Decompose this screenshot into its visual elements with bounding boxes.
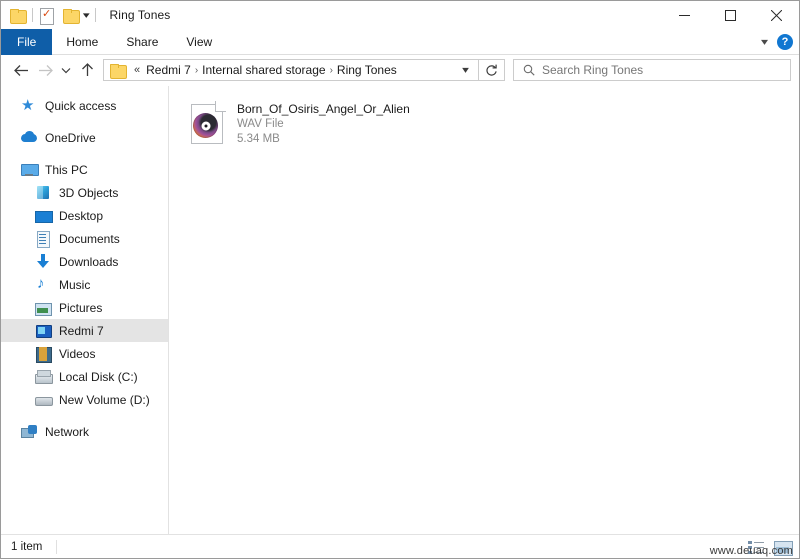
sidebar-item-label: OneDrive — [45, 130, 96, 145]
chevron-down-icon[interactable]: ▾ — [83, 10, 90, 20]
sidebar-item-desktop[interactable]: Desktop — [1, 204, 168, 227]
cube-icon — [35, 185, 51, 201]
toolbar-divider — [32, 8, 33, 22]
sidebar-item-documents[interactable]: Documents — [1, 227, 168, 250]
sidebar-item-label: Pictures — [59, 300, 103, 315]
sidebar-item-label: New Volume (D:) — [59, 392, 150, 407]
sidebar-item-label: This PC — [45, 162, 88, 177]
file-type: WAV File — [237, 118, 284, 130]
hard-disk-icon — [35, 392, 53, 408]
address-folder-icon — [110, 63, 127, 79]
item-count-label: 1 item — [11, 540, 43, 553]
breadcrumb-item-storage[interactable]: Internal shared storage — [199, 63, 328, 77]
properties-icon[interactable] — [39, 7, 54, 25]
desktop-icon — [35, 208, 53, 224]
audio-file-icon — [189, 100, 226, 146]
sidebar-item-label: Local Disk (C:) — [59, 369, 138, 384]
star-icon — [21, 96, 37, 114]
quick-access-toolbar: ▾ — [1, 7, 102, 25]
page-fold-shape — [215, 100, 226, 112]
folder-icon[interactable] — [10, 8, 27, 24]
refresh-button[interactable] — [479, 59, 505, 81]
new-folder-icon[interactable] — [63, 8, 80, 24]
sidebar-item-label: Redmi 7 — [59, 323, 104, 338]
address-bar-row: « Redmi 7 › Internal shared storage › Ri… — [1, 55, 799, 85]
address-bar[interactable]: « Redmi 7 › Internal shared storage › Ri… — [103, 59, 479, 81]
status-divider — [56, 539, 58, 554]
ribbon-right-controls: ▾ ? — [761, 29, 793, 55]
forward-arrow-icon[interactable] — [33, 58, 57, 82]
sidebar-item-label: Downloads — [59, 254, 119, 269]
sidebar-item-label: Documents — [59, 231, 120, 246]
ribbon-tab-bar: File Home Share View ▾ ? — [1, 29, 799, 55]
network-icon — [21, 424, 37, 440]
phone-icon — [35, 323, 52, 339]
tab-share[interactable]: Share — [112, 29, 172, 55]
search-box[interactable]: Search Ring Tones — [513, 59, 791, 81]
vinyl-disc-shape — [193, 113, 218, 138]
address-dropdown-chevron-down-icon[interactable]: ▾ — [454, 65, 477, 76]
chevron-down-icon[interactable]: ▾ — [761, 37, 768, 48]
document-icon — [35, 230, 51, 248]
sidebar-item-label: Music — [59, 277, 91, 292]
breadcrumb-item-device[interactable]: Redmi 7 — [143, 63, 194, 77]
file-explorer-window: ▾ Ring Tones File Home Share View ▾ ? — [0, 0, 800, 559]
cloud-icon — [21, 130, 37, 146]
monitor-icon — [21, 162, 39, 178]
help-icon[interactable]: ? — [777, 34, 793, 50]
file-size: 5.34 MB — [237, 133, 280, 145]
title-bar: ▾ Ring Tones — [1, 1, 799, 29]
up-arrow-icon[interactable] — [75, 58, 99, 82]
breadcrumb: « Redmi 7 › Internal shared storage › Ri… — [130, 63, 457, 77]
picture-icon — [35, 300, 52, 316]
file-name: Born_Of_Osiris_Angel_Or_Alien — [237, 102, 410, 116]
window-title: Ring Tones — [109, 8, 171, 22]
tab-file[interactable]: File — [1, 29, 53, 55]
sidebar-item-3d-objects[interactable]: 3D Objects — [1, 181, 168, 204]
recent-locations-chevron-down-icon[interactable] — [57, 58, 75, 82]
sidebar-item-label: Network — [45, 424, 90, 439]
sidebar-item-redmi-7[interactable]: Redmi 7 — [1, 319, 168, 342]
sidebar-item-label: 3D Objects — [59, 185, 119, 200]
watermark: www.deuaq.com — [709, 545, 793, 557]
tab-home[interactable]: Home — [52, 29, 112, 55]
sidebar-item-music[interactable]: Music — [1, 273, 168, 296]
download-arrow-icon — [35, 253, 51, 270]
minimize-button[interactable] — [661, 1, 707, 29]
back-arrow-icon[interactable] — [9, 58, 33, 82]
toolbar-divider-2 — [94, 8, 96, 22]
tab-view[interactable]: View — [172, 29, 226, 55]
maximize-button[interactable] — [707, 1, 753, 29]
file-list-pane[interactable]: Born_Of_Osiris_Angel_Or_Alien WAV File 5… — [169, 86, 799, 534]
sidebar-item-downloads[interactable]: Downloads — [1, 250, 168, 273]
sidebar-item-label: Videos — [59, 346, 96, 361]
navigation-pane: Quick access OneDrive This PC 3D Objects… — [1, 86, 169, 534]
video-icon — [35, 346, 52, 363]
window-controls — [661, 1, 799, 29]
music-note-icon — [35, 275, 51, 293]
sidebar-item-local-disk-c[interactable]: Local Disk (C:) — [1, 365, 168, 388]
sidebar-item-label: Desktop — [59, 208, 104, 223]
sidebar-item-pictures[interactable]: Pictures — [1, 296, 168, 319]
explorer-body: Quick access OneDrive This PC 3D Objects… — [1, 85, 799, 534]
status-bar: 1 item www.deuaq.com — [1, 534, 799, 558]
breadcrumb-overflow-icon[interactable]: « — [130, 64, 143, 76]
sidebar-item-onedrive[interactable]: OneDrive — [1, 126, 168, 149]
breadcrumb-item-folder[interactable]: Ring Tones — [334, 63, 400, 77]
close-button[interactable] — [753, 1, 799, 29]
file-metadata: Born_Of_Osiris_Angel_Or_Alien WAV File 5… — [237, 102, 410, 147]
sidebar-item-quick-access[interactable]: Quick access — [1, 94, 168, 117]
search-icon — [523, 64, 535, 76]
sidebar-item-label: Quick access — [45, 98, 117, 113]
sidebar-item-network[interactable]: Network — [1, 420, 168, 443]
sidebar-item-this-pc[interactable]: This PC — [1, 158, 168, 181]
sidebar-item-new-volume-d[interactable]: New Volume (D:) — [1, 388, 168, 411]
search-input[interactable]: Search Ring Tones — [542, 63, 643, 77]
hard-disk-icon — [35, 369, 53, 385]
sidebar-item-videos[interactable]: Videos — [1, 342, 168, 365]
list-item[interactable]: Born_Of_Osiris_Angel_Or_Alien WAV File 5… — [187, 100, 447, 149]
